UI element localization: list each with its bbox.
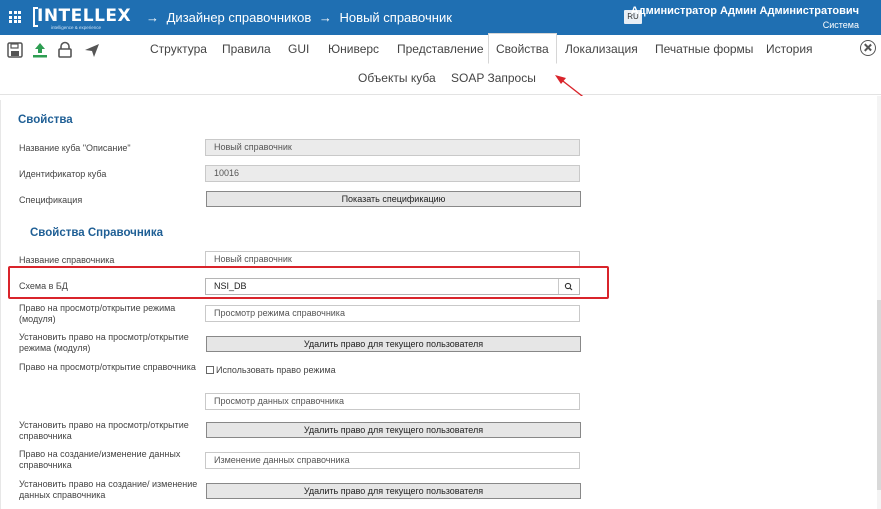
cube-id-field[interactable]: 10016 [205,165,580,182]
breadcrumb: → Дизайнер справочников → Новый справочн… [146,10,456,25]
cube-name-label: Название куба "Описание" [19,143,131,153]
view-mode-right-input[interactable]: Просмотр режима справочника [205,305,580,322]
tab-structure[interactable]: Структура [143,35,214,63]
scrollbar-thumb[interactable] [877,300,881,490]
tabs-bar: Структура Правила GUI Юниверс Представле… [0,33,881,95]
breadcrumb-item-current: Новый справочник [339,10,452,25]
subtab-cube-objects[interactable]: Объекты куба [358,71,436,85]
cube-name-field[interactable]: Новый справочник [205,139,580,156]
set-edit-data-right-label: Установить право на создание/ изменение … [19,479,198,500]
breadcrumb-arrow: → [146,10,159,25]
delete-right-button-3[interactable]: Удалить право для текущего пользователя [206,483,581,499]
save-icon[interactable] [6,41,24,59]
user-role: Система [822,20,859,30]
logo[interactable]: INTELLEX intelligence & experience [33,5,131,31]
show-spec-button[interactable]: Показать спецификацию [206,191,581,207]
view-data-right-input[interactable]: Просмотр данных справочника [205,393,580,410]
checkbox-box[interactable] [206,366,214,374]
breadcrumb-arrow: → [318,10,332,25]
user-name: Администратор Админ Администратович [630,5,859,17]
set-view-mode-right-label: Установить право на просмотр/открытие ре… [19,332,189,353]
tab-history[interactable]: История [759,35,820,63]
tab-rules[interactable]: Правила [215,35,278,63]
tab-print-forms[interactable]: Печатные формы [648,35,760,63]
edit-data-right-label: Право на создание/изменение данных справ… [19,449,181,470]
use-mode-right-checkbox-label: Использовать право режима [216,365,336,375]
section-title-properties: Свойства [18,114,73,126]
send-icon[interactable] [83,41,101,59]
tab-view[interactable]: Представление [390,35,491,63]
cube-id-label: Идентификатор куба [19,169,107,179]
view-mode-right-label: Право на просмотр/открытие режима (модул… [19,303,176,324]
delete-right-button-1[interactable]: Удалить право для текущего пользователя [206,336,581,352]
spec-label: Спецификация [19,195,83,205]
logo-tagline: intelligence & experience [51,25,102,30]
view-dict-right-label: Право на просмотр/открытие справочника [19,362,196,372]
highlight-box [8,266,609,299]
set-view-dict-right-label: Установить право на просмотр/открытие сп… [19,420,189,441]
edit-data-right-input[interactable]: Изменение данных справочника [205,452,580,469]
lock-icon[interactable] [56,41,74,59]
top-bar: INTELLEX intelligence & experience → Диз… [0,0,881,35]
breadcrumb-item-designer[interactable]: Дизайнер справочников [167,10,312,25]
use-mode-right-checkbox[interactable]: Использовать право режима [206,365,336,376]
apps-grid-icon[interactable] [9,11,21,23]
delete-right-button-2[interactable]: Удалить право для текущего пользователя [206,422,581,438]
dict-name-label: Название справочника [19,255,115,265]
tab-gui[interactable]: GUI [281,35,316,63]
logo-text: INTELLEX [37,6,132,26]
properties-panel: Свойства Название куба "Описание" Новый … [0,100,878,509]
upload-icon[interactable] [31,41,49,59]
properties-content: Свойства Название куба "Описание" Новый … [0,96,881,509]
tab-universe[interactable]: Юниверс [321,35,386,63]
tab-properties[interactable]: Свойства [488,33,557,64]
section-title-dict-properties: Свойства Справочника [30,227,164,239]
subtab-soap-requests[interactable]: SOAP Запросы [451,71,536,85]
tab-localization[interactable]: Локализация [558,35,645,63]
user-info[interactable]: Администратор Админ Администратович Сист… [631,5,859,30]
close-icon[interactable] [860,40,876,56]
